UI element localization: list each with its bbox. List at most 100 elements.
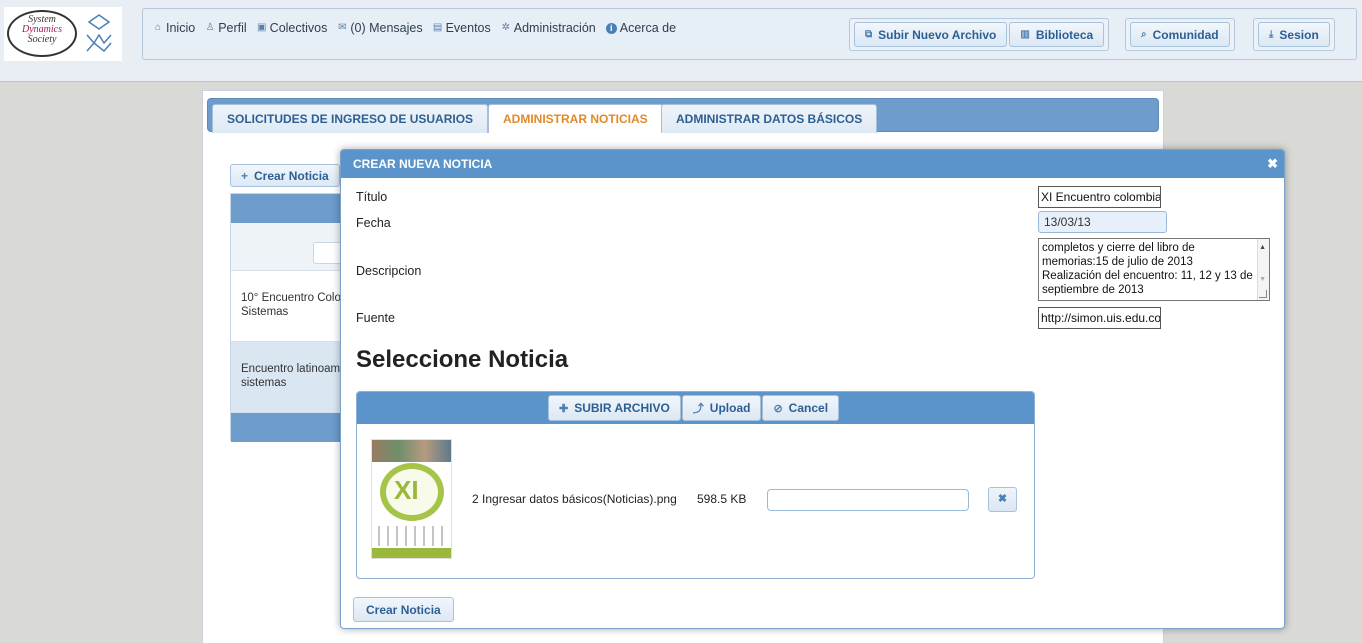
cancel-upload-button[interactable]: ⊘ Cancel (762, 395, 840, 421)
menu-acerca-de[interactable]: i Acerca de (605, 21, 677, 35)
list-item[interactable]: 10° Encuentro Colo Sistemas (231, 271, 349, 342)
list-item[interactable]: Encuentro latinoam sistemas (231, 342, 349, 413)
list-item-line-2: sistemas (241, 377, 287, 389)
group-icon: ▣ (256, 22, 267, 33)
library-label: Biblioteca (1035, 27, 1094, 42)
file-size: 598.5 KB (697, 492, 747, 506)
logo-text: System Dynamics Society (9, 15, 75, 45)
fuente-label: Fuente (356, 311, 395, 325)
menu-perfil-label: Perfil (218, 21, 247, 35)
menu-eventos[interactable]: ▤ Eventos (433, 21, 491, 35)
toolbar-files-group: ⧉ Subir Nuevo Archivo ▥ Biblioteca (849, 18, 1110, 51)
toolbar-session-group: ⤓ Sesion (1253, 18, 1335, 51)
descripcion-textarea[interactable]: completos y cierre del libro de memorias… (1038, 238, 1270, 301)
resize-grip-icon[interactable] (1259, 290, 1267, 298)
news-list-header (231, 194, 349, 223)
thumbnail-sponsor-logos (378, 526, 448, 546)
fecha-label: Fecha (356, 216, 391, 230)
menu-acerca-label: Acerca de (619, 21, 677, 35)
upload-label: Upload (709, 401, 751, 415)
menu-inicio-label: Inicio (166, 21, 196, 35)
descripcion-label: Descripcion (356, 264, 422, 278)
tab-administrar-noticias[interactable]: ADMINISTRAR NOTICIAS (488, 104, 663, 133)
session-label: Sesion (1279, 27, 1319, 42)
fecha-date-input[interactable]: 13/03/13 (1038, 211, 1167, 233)
calendar-icon: ▤ (432, 22, 443, 33)
news-list: 10° Encuentro Colo Sistemas Encuentro la… (230, 193, 353, 442)
dialog-title: CREAR NUEVA NOTICIA (353, 157, 493, 171)
upload-new-file-button[interactable]: ⧉ Subir Nuevo Archivo (854, 22, 1008, 47)
list-item-line-2: Sistemas (241, 306, 289, 318)
sds-emblem-icon (86, 14, 112, 53)
add-file-button[interactable]: ✚ SUBIR ARCHIVO (548, 395, 681, 421)
library-button[interactable]: ▥ Biblioteca (1009, 22, 1105, 47)
news-list-footer (231, 413, 349, 442)
menu-colectivos[interactable]: ▣ Colectivos (256, 21, 328, 35)
menu-colectivos-label: Colectivos (269, 21, 328, 35)
close-icon: ✖ (997, 493, 1008, 505)
list-item-line-1: 10° Encuentro Colo (241, 292, 341, 304)
list-item-line-1: Encuentro latinoam (241, 363, 341, 375)
gear-icon: ✲ (501, 22, 510, 33)
toolbar-community-group: ⌕ Comunidad (1125, 18, 1235, 51)
search-icon: ⌕ (1141, 29, 1147, 40)
file-name: 2 Ingresar datos básicos(Noticias).png (472, 492, 677, 506)
menu-mensajes[interactable]: ✉ (0) Mensajes (337, 21, 422, 35)
site-logo[interactable]: System Dynamics Society (4, 7, 122, 61)
scroll-down-arrow-icon[interactable]: ▼ (1259, 273, 1266, 287)
plus-icon: + (241, 168, 249, 183)
thumbnail-footer-bar (372, 548, 451, 558)
upload-new-file-label: Subir Nuevo Archivo (878, 27, 997, 42)
add-file-label: SUBIR ARCHIVO (574, 401, 670, 415)
upload-arrow-icon: ⤴ (692, 403, 704, 415)
home-icon: ⌂ (154, 22, 162, 33)
file-thumbnail: XI (371, 439, 452, 559)
news-list-filter (231, 223, 353, 271)
create-news-bg-label: Crear Noticia (254, 168, 329, 183)
file-upload-panel: ✚ SUBIR ARCHIVO ⤴ Upload ⊘ Cancel XI 2 I… (356, 391, 1035, 579)
tab-solicitudes[interactable]: SOLICITUDES DE INGRESO DE USUARIOS (212, 104, 489, 133)
titulo-label: Título (356, 190, 388, 204)
create-news-button[interactable]: Crear Noticia (353, 597, 454, 622)
community-label: Comunidad (1152, 27, 1219, 42)
cancel-upload-label: Cancel (788, 401, 829, 415)
community-button[interactable]: ⌕ Comunidad (1130, 22, 1230, 47)
menu-inicio[interactable]: ⌂ Inicio (153, 21, 195, 35)
cancel-icon: ⊘ (773, 402, 783, 415)
create-news-button-bg[interactable]: + Crear Noticia (230, 164, 340, 187)
dialog-titlebar: CREAR NUEVA NOTICIA ✖ (341, 150, 1284, 178)
session-button[interactable]: ⤓ Sesion (1258, 22, 1330, 47)
main-menu: ⌂ Inicio ♙ Perfil ▣ Colectivos ✉ (0) Men… (153, 21, 676, 35)
titulo-input[interactable]: XI Encuentro colombia (1038, 186, 1161, 208)
upload-button[interactable]: ⤴ Upload (681, 395, 762, 421)
library-icon: ▥ (1020, 29, 1030, 40)
tab-administrar-datos[interactable]: ADMINISTRAR DATOS BÁSICOS (661, 104, 878, 133)
mail-icon: ✉ (338, 22, 347, 33)
download-icon: ⤓ (1269, 29, 1274, 40)
logo-line-3: Society (27, 34, 57, 45)
close-icon[interactable]: ✖ (1267, 150, 1278, 178)
remove-file-button[interactable]: ✖ (988, 487, 1017, 512)
descripcion-text: completos y cierre del libro de memorias… (1042, 242, 1253, 296)
create-news-dialog: CREAR NUEVA NOTICIA ✖ Título XI Encuentr… (340, 149, 1285, 629)
app-header: System Dynamics Society ⌂ Inicio ♙ Perfi… (0, 0, 1362, 82)
main-menubar: ⌂ Inicio ♙ Perfil ▣ Colectivos ✉ (0) Men… (142, 8, 1357, 60)
select-news-heading: Seleccione Noticia (356, 346, 569, 373)
thumbnail-xi-text: XI (394, 475, 419, 505)
menu-eventos-label: Eventos (445, 21, 491, 35)
menu-administracion[interactable]: ✲ Administración (501, 21, 596, 35)
plus-icon: ✚ (559, 402, 569, 415)
menu-mensajes-label: (0) Mensajes (350, 21, 423, 35)
admin-tabbar: SOLICITUDES DE INGRESO DE USUARIOS ADMIN… (207, 98, 1159, 133)
user-icon: ♙ (205, 22, 215, 33)
menu-administracion-label: Administración (513, 21, 596, 35)
info-icon: i (605, 22, 617, 34)
upload-file-icon: ⧉ (865, 29, 873, 40)
menu-perfil[interactable]: ♙ Perfil (205, 21, 247, 35)
upload-toolbar: ✚ SUBIR ARCHIVO ⤴ Upload ⊘ Cancel (357, 392, 1034, 424)
thumbnail-photo-strip (372, 440, 451, 462)
fuente-input[interactable]: http://simon.uis.edu.co (1038, 307, 1161, 329)
scroll-up-arrow-icon[interactable]: ▲ (1259, 241, 1266, 255)
upload-progress-bar (767, 489, 969, 511)
upload-button-group: ✚ SUBIR ARCHIVO ⤴ Upload ⊘ Cancel (548, 395, 840, 421)
